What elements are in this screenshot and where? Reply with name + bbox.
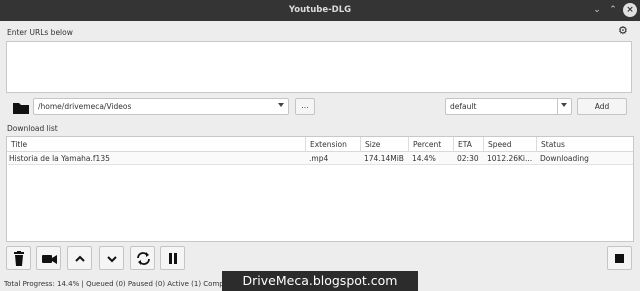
trash-icon <box>14 251 24 266</box>
cell-status: Downloading <box>540 154 589 163</box>
column-status[interactable]: Status <box>541 140 565 149</box>
move-up-button[interactable] <box>67 246 92 270</box>
move-down-button[interactable] <box>99 246 124 270</box>
urls-label: Enter URLs below <box>7 28 73 37</box>
save-path-value: /home/drivemeca/Videos <box>38 102 132 111</box>
urls-textarea[interactable] <box>6 41 632 93</box>
minimize-button[interactable]: ⌄ <box>590 3 604 17</box>
save-path-combobox[interactable]: /home/drivemeca/Videos <box>33 98 289 115</box>
cell-size: 174.14MiB <box>364 154 404 163</box>
chevron-down-icon <box>561 103 567 107</box>
table-header: Title Extension Size Percent ETA Speed S… <box>7 137 633 152</box>
format-combobox[interactable]: default <box>445 98 572 115</box>
stop-button[interactable] <box>607 246 632 270</box>
column-title[interactable]: Title <box>11 140 27 149</box>
browse-button[interactable]: ... <box>295 98 315 115</box>
column-percent[interactable]: Percent <box>413 140 441 149</box>
column-size[interactable]: Size <box>365 140 380 149</box>
download-list-label: Download list <box>7 124 58 133</box>
watermark: DriveMeca.blogspot.com <box>222 271 418 291</box>
pause-icon <box>169 253 177 264</box>
cell-speed: 1012.26Ki... <box>487 154 533 163</box>
format-value: default <box>450 102 477 111</box>
close-button[interactable]: × <box>623 3 637 17</box>
settings-gear-icon[interactable]: ⚙ <box>618 25 630 37</box>
pause-button[interactable] <box>160 246 185 270</box>
cell-percent: 14.4% <box>412 154 436 163</box>
column-extension[interactable]: Extension <box>310 140 347 149</box>
stop-icon <box>615 254 624 263</box>
add-button[interactable]: Add <box>577 98 627 115</box>
folder-icon <box>13 103 29 114</box>
window-title: Youtube-DLG <box>288 5 352 15</box>
chevron-down-icon <box>107 256 117 263</box>
chevron-down-icon <box>278 103 284 107</box>
reload-icon <box>137 252 150 265</box>
column-eta[interactable]: ETA <box>458 140 472 149</box>
window-titlebar: Youtube-DLG ⌄ ⌃ × <box>0 0 640 21</box>
delete-button[interactable] <box>6 246 31 270</box>
play-video-button[interactable] <box>36 246 61 270</box>
maximize-button[interactable]: ⌃ <box>606 3 620 17</box>
cell-title: Historia de la Yamaha.f135 <box>9 154 110 163</box>
reload-button[interactable] <box>130 246 155 270</box>
chevron-up-icon <box>75 255 85 262</box>
table-row[interactable]: Historia de la Yamaha.f135 .mp4 174.14Mi… <box>8 152 633 165</box>
download-list-table[interactable]: Title Extension Size Percent ETA Speed S… <box>6 136 634 242</box>
cell-eta: 02:30 <box>457 154 479 163</box>
video-camera-icon <box>42 255 57 264</box>
cell-extension: .mp4 <box>309 154 329 163</box>
column-speed[interactable]: Speed <box>488 140 512 149</box>
